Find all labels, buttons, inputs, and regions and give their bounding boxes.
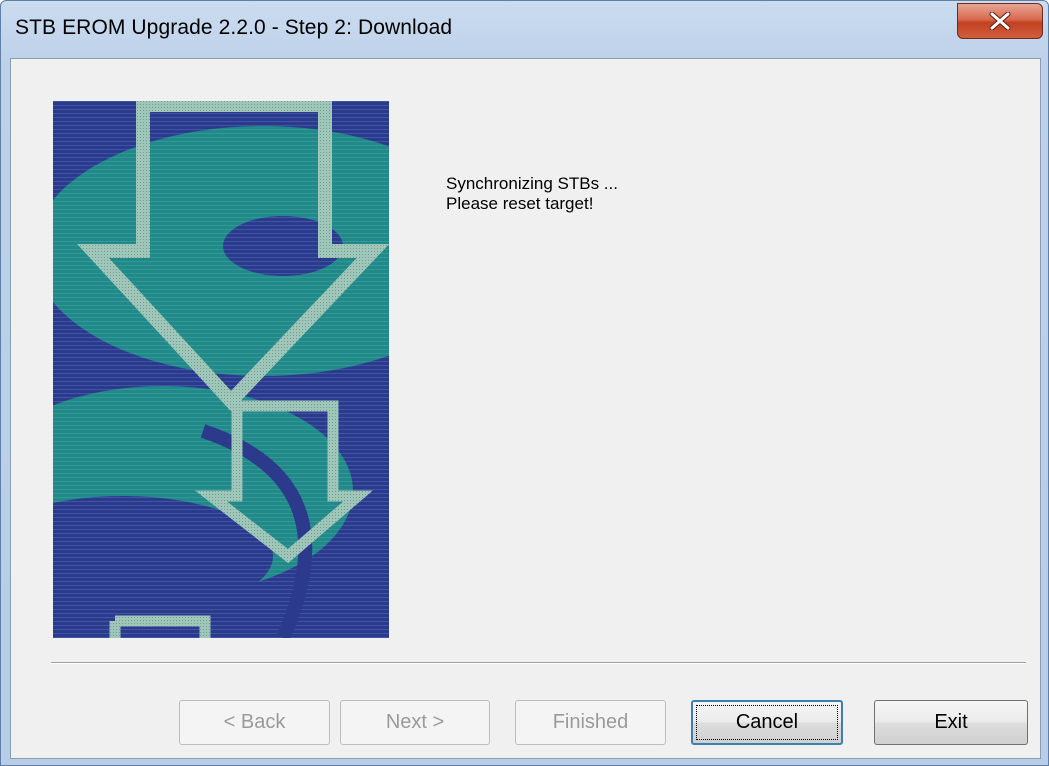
exit-button[interactable]: Exit [874,700,1028,745]
title-bar[interactable]: STB EROM Upgrade 2.2.0 - Step 2: Downloa… [1,1,1048,57]
close-icon [989,12,1011,30]
exit-button-label: Exit [934,711,968,733]
finished-button[interactable]: Finished [515,700,666,745]
status-line-reset: Please reset target! [446,194,594,213]
next-button-label: Next > [385,711,445,733]
download-arrows-illustration [53,101,389,638]
finished-button-label: Finished [552,711,629,733]
next-button[interactable]: Next > [340,700,490,745]
status-message: Synchronizing STBs ... Please reset targ… [446,174,618,214]
wizard-client-area: Synchronizing STBs ... Please reset targ… [10,58,1041,759]
cancel-button-label: Cancel [696,705,838,740]
cancel-button[interactable]: Cancel [691,700,843,745]
status-line-sync: Synchronizing STBs ... [446,174,618,193]
back-button[interactable]: < Back [179,700,330,745]
window-title: STB EROM Upgrade 2.2.0 - Step 2: Downloa… [15,16,453,39]
close-button[interactable] [957,3,1043,39]
wizard-window: STB EROM Upgrade 2.2.0 - Step 2: Downloa… [0,0,1049,766]
separator-line [51,662,1026,664]
back-button-label: < Back [223,711,286,733]
